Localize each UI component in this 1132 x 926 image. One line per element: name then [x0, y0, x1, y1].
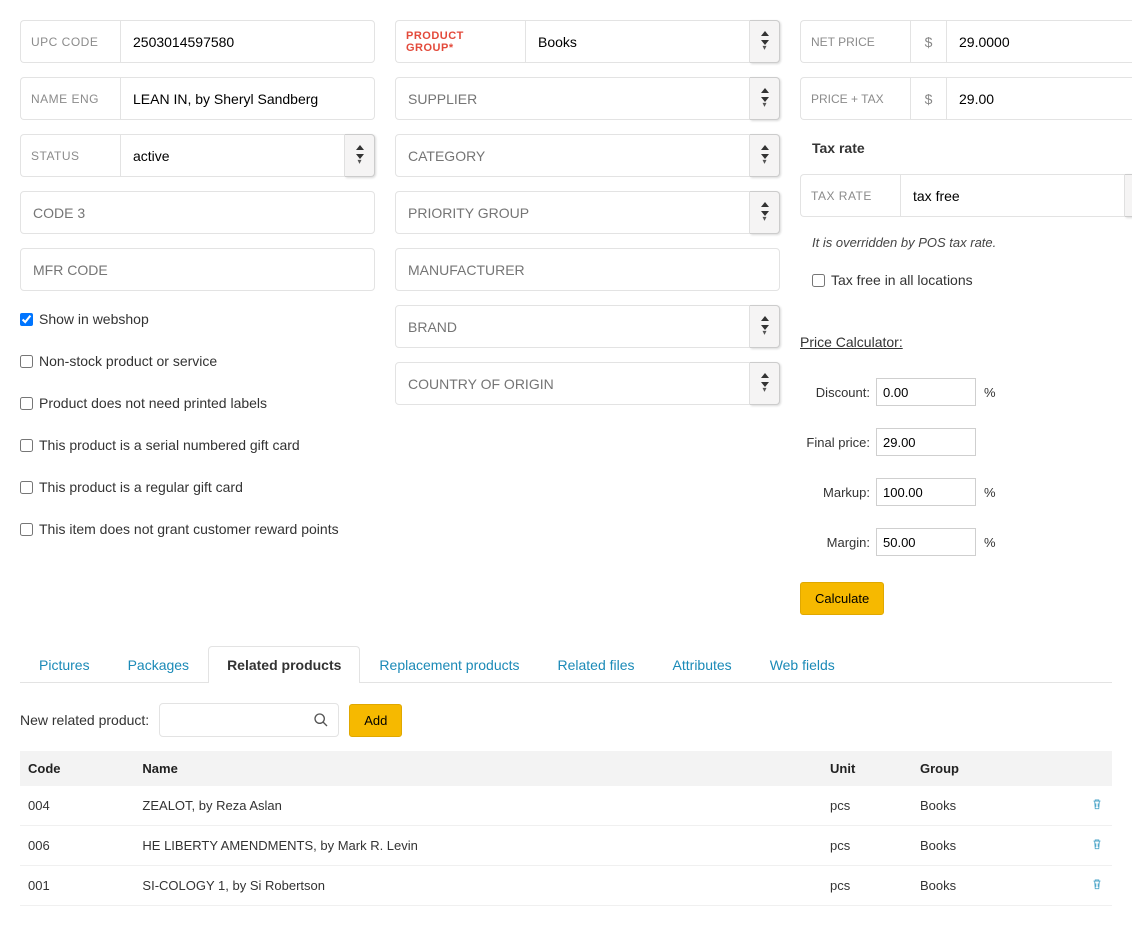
- cell-unit: pcs: [822, 866, 912, 906]
- table-row: 001SI-COLOGY 1, by Si RobertsonpcsBooks: [20, 866, 1112, 906]
- markup-input[interactable]: [876, 478, 976, 506]
- tab-attributes[interactable]: Attributes: [654, 646, 751, 683]
- tax-override-note: It is overridden by POS tax rate.: [812, 235, 1132, 250]
- finalprice-input[interactable]: [876, 428, 976, 456]
- name-eng-label: NAME ENG: [20, 77, 120, 120]
- cell-code: 001: [20, 866, 134, 906]
- brand-select[interactable]: [395, 305, 750, 348]
- price-tax-input[interactable]: [946, 77, 1132, 120]
- related-product-search-input[interactable]: [159, 703, 339, 737]
- add-button[interactable]: Add: [349, 704, 402, 737]
- cell-unit: pcs: [822, 826, 912, 866]
- tax-rate-label: TAX RATE: [800, 174, 900, 217]
- category-dropdown-icon[interactable]: ▾: [750, 134, 780, 177]
- tab-replacement-products[interactable]: Replacement products: [360, 646, 538, 683]
- serial-giftcard-checkbox[interactable]: [20, 439, 33, 452]
- show-webshop-checkbox[interactable]: [20, 313, 33, 326]
- regular-giftcard-label: This product is a regular gift card: [39, 479, 243, 495]
- cell-code: 006: [20, 826, 134, 866]
- tax-rate-title: Tax rate: [812, 140, 1132, 156]
- priority-group-select[interactable]: [395, 191, 750, 234]
- show-webshop-label: Show in webshop: [39, 311, 149, 327]
- nolabels-checkbox[interactable]: [20, 397, 33, 410]
- manufacturer-input[interactable]: [395, 248, 780, 291]
- status-select[interactable]: [120, 134, 345, 177]
- status-label: STATUS: [20, 134, 120, 177]
- cell-group: Books: [912, 826, 1072, 866]
- col-code: Code: [20, 751, 134, 786]
- nonstock-label: Non-stock product or service: [39, 353, 217, 369]
- margin-input[interactable]: [876, 528, 976, 556]
- trash-icon[interactable]: [1090, 800, 1104, 815]
- net-price-label: NET PRICE: [800, 20, 910, 63]
- tab-related-files[interactable]: Related files: [539, 646, 654, 683]
- supplier-dropdown-icon[interactable]: ▾: [750, 77, 780, 120]
- markup-label: Markup:: [800, 485, 870, 500]
- product-group-dropdown-icon[interactable]: ▾: [750, 20, 780, 63]
- tab-web-fields[interactable]: Web fields: [751, 646, 854, 683]
- col-name: Name: [134, 751, 822, 786]
- tab-pictures[interactable]: Pictures: [20, 646, 109, 683]
- upc-code-label: UPC CODE: [20, 20, 120, 63]
- taxfree-all-checkbox[interactable]: [812, 274, 825, 287]
- priority-group-dropdown-icon[interactable]: ▾: [750, 191, 780, 234]
- finalprice-label: Final price:: [800, 435, 870, 450]
- cell-group: Books: [912, 866, 1072, 906]
- regular-giftcard-checkbox[interactable]: [20, 481, 33, 494]
- net-price-currency: $: [910, 20, 946, 63]
- cell-code: 004: [20, 786, 134, 826]
- cell-name: SI-COLOGY 1, by Si Robertson: [134, 866, 822, 906]
- product-group-select[interactable]: [525, 20, 750, 63]
- cell-name: ZEALOT, by Reza Aslan: [134, 786, 822, 826]
- price-tax-label: PRICE + TAX: [800, 77, 910, 120]
- calculate-button[interactable]: Calculate: [800, 582, 884, 615]
- category-select[interactable]: [395, 134, 750, 177]
- serial-giftcard-label: This product is a serial numbered gift c…: [39, 437, 300, 453]
- taxfree-all-label: Tax free in all locations: [831, 272, 973, 288]
- tab-related-products[interactable]: Related products: [208, 646, 360, 683]
- status-dropdown-icon[interactable]: ▾: [345, 134, 375, 177]
- nolabels-label: Product does not need printed labels: [39, 395, 267, 411]
- brand-dropdown-icon[interactable]: ▾: [750, 305, 780, 348]
- norewards-label: This item does not grant customer reward…: [39, 521, 339, 537]
- mfr-code-input[interactable]: [20, 248, 375, 291]
- price-calculator-title: Price Calculator:: [800, 334, 1132, 350]
- discount-label: Discount:: [800, 385, 870, 400]
- norewards-checkbox[interactable]: [20, 523, 33, 536]
- supplier-select[interactable]: [395, 77, 750, 120]
- discount-unit: %: [984, 385, 996, 400]
- col-unit: Unit: [822, 751, 912, 786]
- new-related-label: New related product:: [20, 712, 149, 728]
- upc-code-input[interactable]: [120, 20, 375, 63]
- table-row: 004ZEALOT, by Reza AslanpcsBooks: [20, 786, 1112, 826]
- product-group-label: PRODUCT GROUP*: [395, 20, 525, 63]
- margin-unit: %: [984, 535, 996, 550]
- margin-label: Margin:: [800, 535, 870, 550]
- net-price-input[interactable]: [946, 20, 1132, 63]
- col-group: Group: [912, 751, 1072, 786]
- price-tax-currency: $: [910, 77, 946, 120]
- markup-unit: %: [984, 485, 996, 500]
- search-icon[interactable]: [313, 712, 329, 728]
- table-row: 006HE LIBERTY AMENDMENTS, by Mark R. Lev…: [20, 826, 1112, 866]
- country-origin-dropdown-icon[interactable]: ▾: [750, 362, 780, 405]
- country-origin-select[interactable]: [395, 362, 750, 405]
- discount-input[interactable]: [876, 378, 976, 406]
- cell-unit: pcs: [822, 786, 912, 826]
- related-products-table: CodeNameUnitGroup 004ZEALOT, by Reza Asl…: [20, 751, 1112, 906]
- tax-rate-dropdown-icon[interactable]: ▾: [1125, 174, 1132, 217]
- name-eng-input[interactable]: [120, 77, 375, 120]
- tab-packages[interactable]: Packages: [109, 646, 208, 683]
- trash-icon[interactable]: [1090, 840, 1104, 855]
- code3-input[interactable]: [20, 191, 375, 234]
- cell-name: HE LIBERTY AMENDMENTS, by Mark R. Levin: [134, 826, 822, 866]
- trash-icon[interactable]: [1090, 880, 1104, 895]
- cell-group: Books: [912, 786, 1072, 826]
- tax-rate-select[interactable]: [900, 174, 1125, 217]
- nonstock-checkbox[interactable]: [20, 355, 33, 368]
